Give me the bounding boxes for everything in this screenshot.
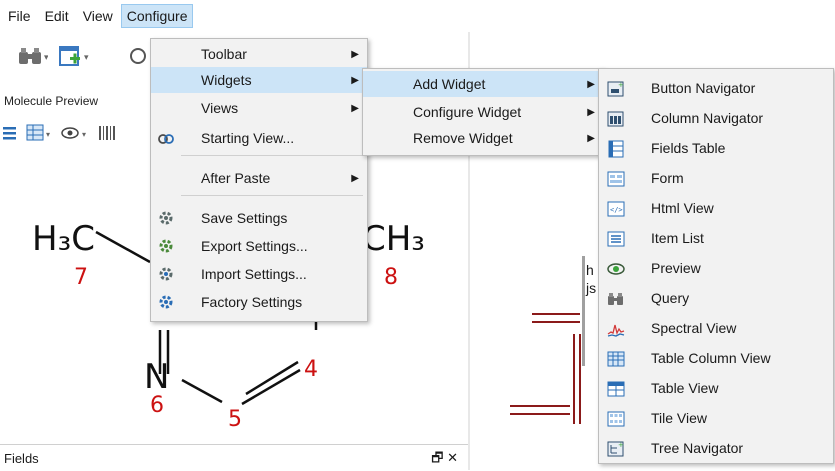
menu-item-starting-view[interactable]: Starting View... — [151, 125, 367, 151]
query-icon — [608, 293, 623, 305]
menu-item-factory-settings[interactable]: Factory Settings — [151, 289, 367, 315]
menu-item-form[interactable]: Form — [599, 165, 833, 191]
submenu-arrow-icon: ▶ — [587, 132, 595, 144]
submenu-arrow-icon: ▶ — [351, 172, 359, 184]
menu-item-toolbar[interactable]: Toolbar ▶ — [151, 41, 367, 67]
atom-ch3: CH₃ — [362, 219, 425, 259]
menu-item-export-settings[interactable]: Export Settings... — [151, 233, 367, 259]
configure-menu: Toolbar ▶ Widgets ▶ Views ▶ Starting Vie… — [150, 38, 368, 322]
menu-item-add-widget[interactable]: Add Widget ▶ — [363, 71, 603, 97]
table-view-icon — [607, 381, 625, 397]
submenu-arrow-icon: ▶ — [587, 78, 595, 90]
table-icon[interactable]: ▾ — [26, 124, 54, 142]
atom-index-4: 4 — [304, 357, 318, 382]
add-window-icon[interactable]: ▾ — [58, 44, 92, 68]
menu-item-widgets[interactable]: Widgets ▶ — [151, 67, 367, 93]
menu-item-query[interactable]: Query — [599, 285, 833, 311]
add-widget-submenu: + Button Navigator Column Navigator Fiel… — [598, 68, 834, 464]
tree-navigator-icon: + — [607, 441, 624, 457]
bond-line — [95, 230, 151, 264]
panel-toolbar: ▾ ▾ — [0, 124, 150, 144]
spectral-view-icon — [607, 324, 625, 337]
svg-text:▾: ▾ — [46, 130, 50, 139]
factory-settings-icon — [159, 295, 173, 309]
menu-item-tile-view[interactable]: Tile View — [599, 405, 833, 431]
bond-line — [245, 360, 299, 396]
import-settings-icon — [159, 267, 173, 281]
menu-item-configure-widget[interactable]: Configure Widget ▶ — [363, 99, 603, 125]
menu-bar: File Edit View Configure — [0, 0, 835, 32]
submenu-arrow-icon: ▶ — [351, 48, 359, 60]
menu-edit[interactable]: Edit — [39, 4, 75, 28]
column-navigator-icon — [607, 111, 624, 127]
menu-file[interactable]: File — [2, 4, 37, 28]
submenu-arrow-icon: ▶ — [351, 74, 359, 86]
menu-item-table-view[interactable]: Table View — [599, 375, 833, 401]
fields-panel-controls[interactable]: 🗗 ✕ — [431, 449, 458, 471]
binoculars-icon[interactable]: ▾ — [16, 44, 48, 68]
menu-item-html-view[interactable]: </> Html View — [599, 195, 833, 221]
eye-icon[interactable]: ▾ — [60, 124, 92, 142]
atom-n: N — [144, 357, 169, 397]
menu-view[interactable]: View — [77, 4, 119, 28]
svg-text:+: + — [618, 81, 624, 89]
table-column-view-icon — [607, 351, 625, 367]
bond-line — [241, 368, 301, 406]
spectrum-lines — [510, 313, 581, 424]
right-text-1: h — [586, 262, 594, 278]
svg-text:▾: ▾ — [44, 53, 48, 63]
atom-index-6: 6 — [150, 393, 164, 418]
hamburger-icon[interactable] — [2, 126, 18, 140]
form-icon — [607, 171, 625, 187]
menu-separator — [181, 155, 363, 156]
menu-item-spectral-view[interactable]: Spectral View — [599, 315, 833, 341]
svg-text:+: + — [618, 441, 624, 449]
fields-label: Fields — [4, 451, 39, 466]
svg-text:▾: ▾ — [84, 53, 89, 63]
atom-h3c: H₃C — [32, 219, 95, 259]
widgets-submenu: Add Widget ▶ Configure Widget ▶ Remove W… — [362, 68, 604, 156]
panel-title: Molecule Preview — [4, 94, 99, 108]
menu-item-remove-widget[interactable]: Remove Widget ▶ — [363, 125, 603, 151]
menu-item-button-navigator[interactable]: + Button Navigator — [599, 75, 833, 101]
menu-configure[interactable]: Configure — [120, 4, 194, 28]
atom-index-5: 5 — [228, 407, 242, 432]
menu-item-import-settings[interactable]: Import Settings... — [151, 261, 367, 287]
menu-item-views[interactable]: Views ▶ — [151, 95, 367, 121]
submenu-arrow-icon: ▶ — [587, 106, 595, 118]
submenu-arrow-icon: ▶ — [351, 102, 359, 114]
tile-view-icon — [607, 411, 625, 427]
view-icon[interactable] — [126, 44, 152, 68]
main-toolbar: ▾ ▾ — [0, 44, 160, 74]
menu-item-tree-navigator[interactable]: + Tree Navigator — [599, 435, 833, 461]
export-settings-icon — [159, 239, 173, 253]
svg-text:▾: ▾ — [82, 130, 86, 139]
item-list-icon — [607, 231, 625, 247]
fields-table-icon — [608, 140, 624, 158]
menu-item-after-paste[interactable]: After Paste ▶ — [151, 165, 367, 191]
button-navigator-icon: + — [607, 81, 624, 97]
atom-index-8: 8 — [384, 265, 398, 290]
menu-item-fields-table[interactable]: Fields Table — [599, 135, 833, 161]
right-text-2: js — [586, 280, 597, 296]
starting-view-icon — [158, 134, 174, 144]
menu-separator — [181, 195, 363, 196]
save-settings-icon — [159, 211, 173, 225]
svg-text:</>: </> — [610, 206, 623, 214]
atom-index-7: 7 — [74, 265, 88, 290]
menu-item-column-navigator[interactable]: Column Navigator — [599, 105, 833, 131]
barcode-icon[interactable] — [98, 124, 116, 142]
html-view-icon: </> — [607, 201, 625, 217]
fields-panel-bar: Fields 🗗 ✕ — [0, 444, 468, 471]
bond-line — [181, 378, 223, 404]
menu-item-save-settings[interactable]: Save Settings — [151, 205, 367, 231]
preview-icon — [607, 263, 625, 275]
menu-item-preview[interactable]: Preview — [599, 255, 833, 281]
menu-item-table-column-view[interactable]: Table Column View — [599, 345, 833, 371]
menu-item-item-list[interactable]: Item List — [599, 225, 833, 251]
